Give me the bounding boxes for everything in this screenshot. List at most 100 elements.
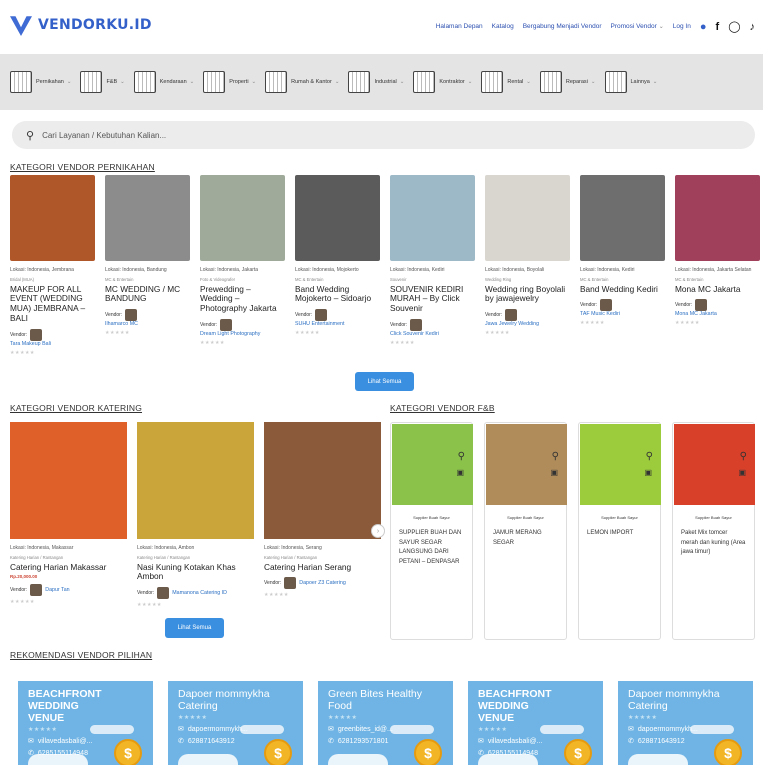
wedding-card[interactable]: Lokasi: Indonesia, Bandung MC & Entertain… <box>105 175 190 356</box>
recommend-card[interactable]: BEACHFRONT WEDDING VENUE ★★★★★ ✉ villavedas… <box>468 681 603 765</box>
wedding-card-image[interactable] <box>10 175 95 261</box>
wedding-card-image[interactable] <box>580 175 665 261</box>
wedding-card[interactable]: Lokasi: Indonesia, Jakarta Selatan MC & E… <box>675 175 760 356</box>
search-input[interactable]: ⚲ Cari Layanan / Kebutuhan Kalian... <box>12 121 755 149</box>
cart-icon[interactable]: ▣ <box>644 468 652 477</box>
recommend-card[interactable]: Green Bites Healthy Food ★★★★★ ✉ greenbites… <box>318 681 453 765</box>
wedding-card[interactable]: Lokasi: Indonesia, Jakarta Foto & Videogr… <box>200 175 285 356</box>
fnb-card[interactable]: ⚲ ▣ Supplier Buah Sayur Paket Mix tomcer me… <box>672 422 755 640</box>
vendor-name-link[interactable]: TAF Music Kediri <box>580 311 665 317</box>
wedding-card[interactable]: Lokasi: Indonesia, Mojokerto MC & Enterta… <box>295 175 380 356</box>
website-badge[interactable] <box>540 725 584 734</box>
catering-card[interactable]: Lokasi: Indonesia, Ambon Katering Harian … <box>137 422 254 608</box>
category-fnb[interactable]: F&B ⌄ <box>80 71 125 93</box>
nav-login[interactable]: Log In <box>673 23 691 30</box>
vendor-avatar[interactable] <box>600 299 613 312</box>
section-title-catering[interactable]: KATEGORI VENDOR KATERING <box>10 403 142 413</box>
fnb-card-image[interactable] <box>580 424 661 505</box>
section-title-fnb[interactable]: KATEGORI VENDOR F&B <box>390 403 495 413</box>
fnb-card[interactable]: ⚲ ▣ Supplier Buah Sayur LEMON IMPORT <box>578 422 661 640</box>
wedding-card-image[interactable] <box>295 175 380 261</box>
vendor-avatar[interactable] <box>30 584 43 597</box>
wedding-card-image[interactable] <box>390 175 475 261</box>
instagram-icon[interactable]: ◯ <box>728 20 740 33</box>
fnb-card[interactable]: ⚲ ▣ Supplier Buah Sayur JAMUR MERANG SEGAR <box>484 422 567 640</box>
card-title[interactable]: Band Wedding Kediri <box>580 284 665 295</box>
wedding-card-image[interactable] <box>485 175 570 261</box>
zoom-icon[interactable]: ⚲ <box>740 451 747 462</box>
card-title[interactable]: Paket Mix tomcer merah dan kuning (Area … <box>673 529 754 558</box>
fnb-card-image[interactable] <box>392 424 473 505</box>
recommend-title[interactable]: Dapoer mommykha Catering <box>618 681 753 712</box>
wedding-card[interactable]: Lokasi: Indonesia, Jembrana Bridal (MUA) M… <box>10 175 95 356</box>
vendor-name-link[interactable]: Jawa Jewelry Wedding <box>485 321 570 327</box>
website-badge[interactable] <box>690 725 734 734</box>
recommend-title[interactable]: Dapoer mommykha Catering <box>168 681 303 712</box>
category-industrial[interactable]: Industrial ⌄ <box>348 71 404 93</box>
vendor-avatar[interactable] <box>695 299 708 312</box>
card-title[interactable]: Catering Harian Makassar <box>10 562 127 573</box>
catering-card[interactable]: Lokasi: Indonesia, Makassar Katering Hari… <box>10 422 127 608</box>
vendor-name-link[interactable]: Dapoer Z3 Catering <box>299 580 346 586</box>
category-kontraktor[interactable]: Kontraktor ⌄ <box>413 71 472 93</box>
nav-catalog[interactable]: Katalog <box>492 23 514 30</box>
category-rental[interactable]: Rental ⌄ <box>481 71 531 93</box>
category-reparasi[interactable]: Reparasi ⌄ <box>539 71 596 93</box>
nav-promo-vendor[interactable]: Promosi Vendor ⌄ <box>611 23 664 30</box>
card-title[interactable]: Wedding ring Boyolali by jawajewelry <box>485 284 570 305</box>
vendor-name-link[interactable]: Mona MC Jakarta <box>675 311 760 317</box>
vendor-avatar[interactable] <box>410 319 423 332</box>
zoom-icon[interactable]: ⚲ <box>646 451 653 462</box>
card-title[interactable]: Band Wedding Mojokerto – Sidoarjo <box>295 284 380 305</box>
category-lainnya[interactable]: Lainnya ⌄ <box>604 71 657 93</box>
facebook-icon[interactable]: f <box>716 21 720 33</box>
vendor-name-link[interactable]: Mamanona Catering ID <box>172 590 227 596</box>
website-badge[interactable] <box>390 725 434 734</box>
card-title[interactable]: MAKEUP FOR ALL EVENT (WEDDING MUA) JEMBR… <box>10 284 95 325</box>
user-icon[interactable]: ● <box>700 21 707 33</box>
category-properti[interactable]: Properti ⌄ <box>203 71 256 93</box>
vendor-avatar[interactable] <box>315 309 328 322</box>
wedding-card[interactable]: Lokasi: Indonesia, Kediri MC & Entertain B… <box>580 175 665 356</box>
vendor-avatar[interactable] <box>220 319 233 332</box>
catering-card[interactable]: Lokasi: Indonesia, Serang Katering Harian… <box>264 422 381 608</box>
zoom-icon[interactable]: ⚲ <box>552 451 559 462</box>
card-title[interactable]: Nasi Kuning Kotakan Khas Ambon <box>137 562 254 583</box>
recommend-title[interactable]: Green Bites Healthy Food <box>318 681 453 712</box>
category-rumah-kantor[interactable]: Rumah & Kantor ⌄ <box>265 71 339 93</box>
category-pernikahan[interactable]: Pernikahan ⌄ <box>10 71 71 93</box>
tiktok-icon[interactable]: ♪ <box>750 21 756 33</box>
card-title[interactable]: SOUVENIR KEDIRI MURAH – By Click Souveni… <box>390 284 475 315</box>
wedding-card-image[interactable] <box>200 175 285 261</box>
fnb-card[interactable]: ⚲ ▣ Supplier Buah Sayur SUPPLIER BUAH DAN S… <box>390 422 473 640</box>
catering-card-image[interactable] <box>10 422 127 539</box>
website-badge[interactable] <box>240 725 284 734</box>
recommend-card[interactable]: BEACHFRONT WEDDING VENUE ★★★★★ ✉ villavedas… <box>18 681 153 765</box>
carousel-next-button[interactable]: › <box>371 524 385 538</box>
vendor-name-link[interactable]: Dapur Tan <box>45 587 69 593</box>
brand-logo[interactable]: VENDORKU.ID <box>10 14 152 36</box>
vendor-avatar[interactable] <box>30 329 43 342</box>
catering-card-image[interactable] <box>137 422 254 539</box>
vendor-avatar[interactable] <box>284 577 297 590</box>
card-title[interactable]: Catering Harian Serang <box>264 562 381 573</box>
card-title[interactable]: Prewedding – Wedding – Photography Jakar… <box>200 284 285 315</box>
card-title[interactable]: Mona MC Jakarta <box>675 284 760 295</box>
wedding-card-image[interactable] <box>675 175 760 261</box>
vendor-name-link[interactable]: Click Souvenir Kediri <box>390 331 475 337</box>
catering-card-image[interactable] <box>264 422 381 539</box>
nav-home[interactable]: Halaman Depan <box>436 23 483 30</box>
cart-icon[interactable]: ▣ <box>738 468 746 477</box>
card-title[interactable]: SUPPLIER BUAH DAN SAYUR SEGAR LANGSUNG D… <box>391 529 472 567</box>
cart-icon[interactable]: ▣ <box>550 468 558 477</box>
fnb-card-image[interactable] <box>674 424 755 505</box>
website-badge[interactable] <box>90 725 134 734</box>
vendor-avatar[interactable] <box>125 309 138 322</box>
vendor-name-link[interactable]: Ilhamarco MC <box>105 321 190 327</box>
fnb-card-image[interactable] <box>486 424 567 505</box>
card-title[interactable]: MC WEDDING / MC BANDUNG <box>105 284 190 305</box>
card-title[interactable]: JAMUR MERANG SEGAR <box>485 529 566 548</box>
vendor-avatar[interactable] <box>505 309 518 322</box>
category-kendaraan[interactable]: Kendaraan ⌄ <box>133 71 194 93</box>
vendor-name-link[interactable]: Dream Light Photography <box>200 331 285 337</box>
